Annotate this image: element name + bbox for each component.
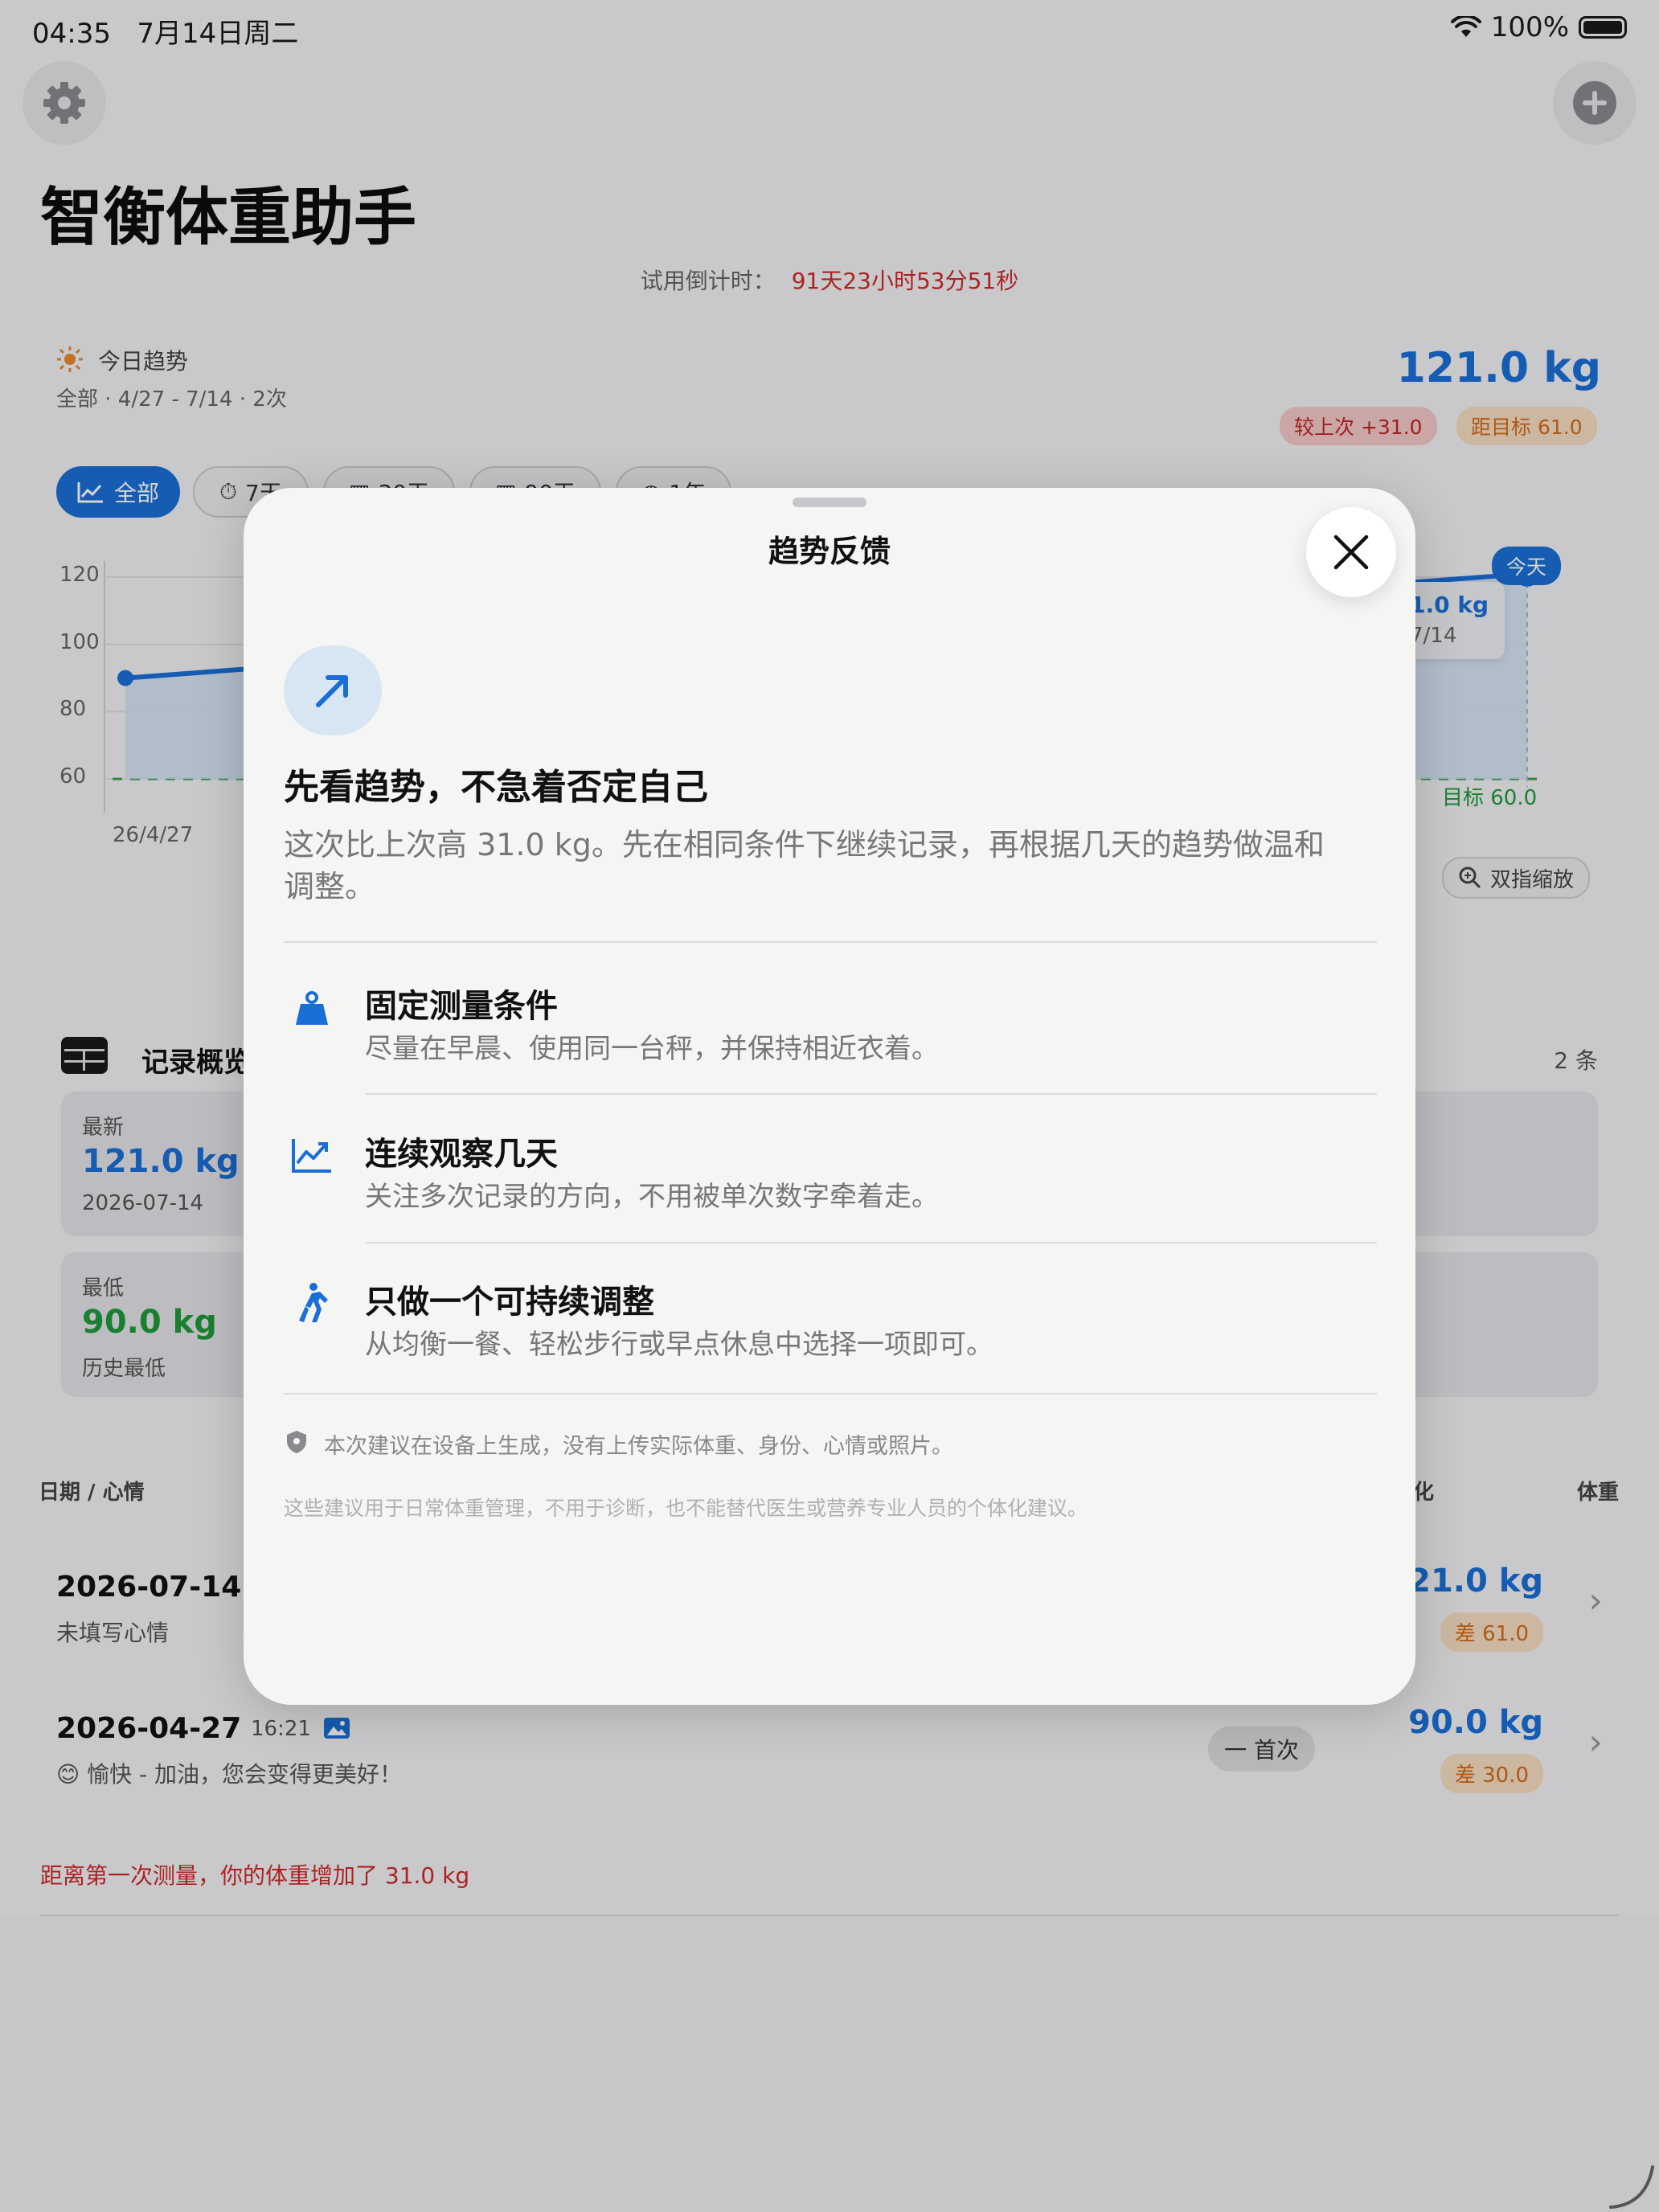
divider [365,1093,1377,1095]
close-button[interactable] [1306,507,1396,597]
tip-description: 从均衡一餐、轻松步行或早点休息中选择一项即可。 [365,1329,993,1361]
close-icon [1333,535,1369,570]
sheet-title: 趋势反馈 [768,534,891,569]
sheet-grabber[interactable] [793,498,866,507]
tip-description: 关注多次记录的方向，不用被单次数字牵着走。 [365,1181,939,1213]
divider [365,1242,1377,1243]
disclaimer: 这些建议用于日常体重管理，不用于诊断，也不能替代医生或营养专业人员的个体化建议。 [284,1497,1088,1520]
trend-chart-icon [288,1131,336,1179]
privacy-note: 本次建议在设备上生成，没有上传实际体重、身份、心情或照片。 [324,1434,953,1459]
tip-title: 只做一个可持续调整 [365,1284,654,1321]
shield-icon [285,1430,308,1457]
feedback-headline: 先看趋势，不急着否定自己 [284,767,708,808]
tip-description: 尽量在早晨、使用同一台秤，并保持相近衣着。 [365,1033,939,1065]
feedback-description: 这次比上次高 31.0 kg。先在相同条件下继续记录，再根据几天的趋势做温和调整… [284,827,1325,904]
trend-up-icon [284,645,382,735]
walking-icon [288,1279,336,1327]
scale-weight-icon [288,985,336,1033]
corner-indicator-icon [1609,2165,1654,2209]
tip-title: 固定测量条件 [365,988,558,1025]
divider [284,1393,1377,1395]
trend-feedback-sheet: 趋势反馈 先看趋势，不急着否定自己 这次比上次高 31.0 kg。先在相同条件下… [244,488,1415,1705]
divider [284,941,1377,943]
tip-title: 连续观察几天 [365,1136,558,1173]
